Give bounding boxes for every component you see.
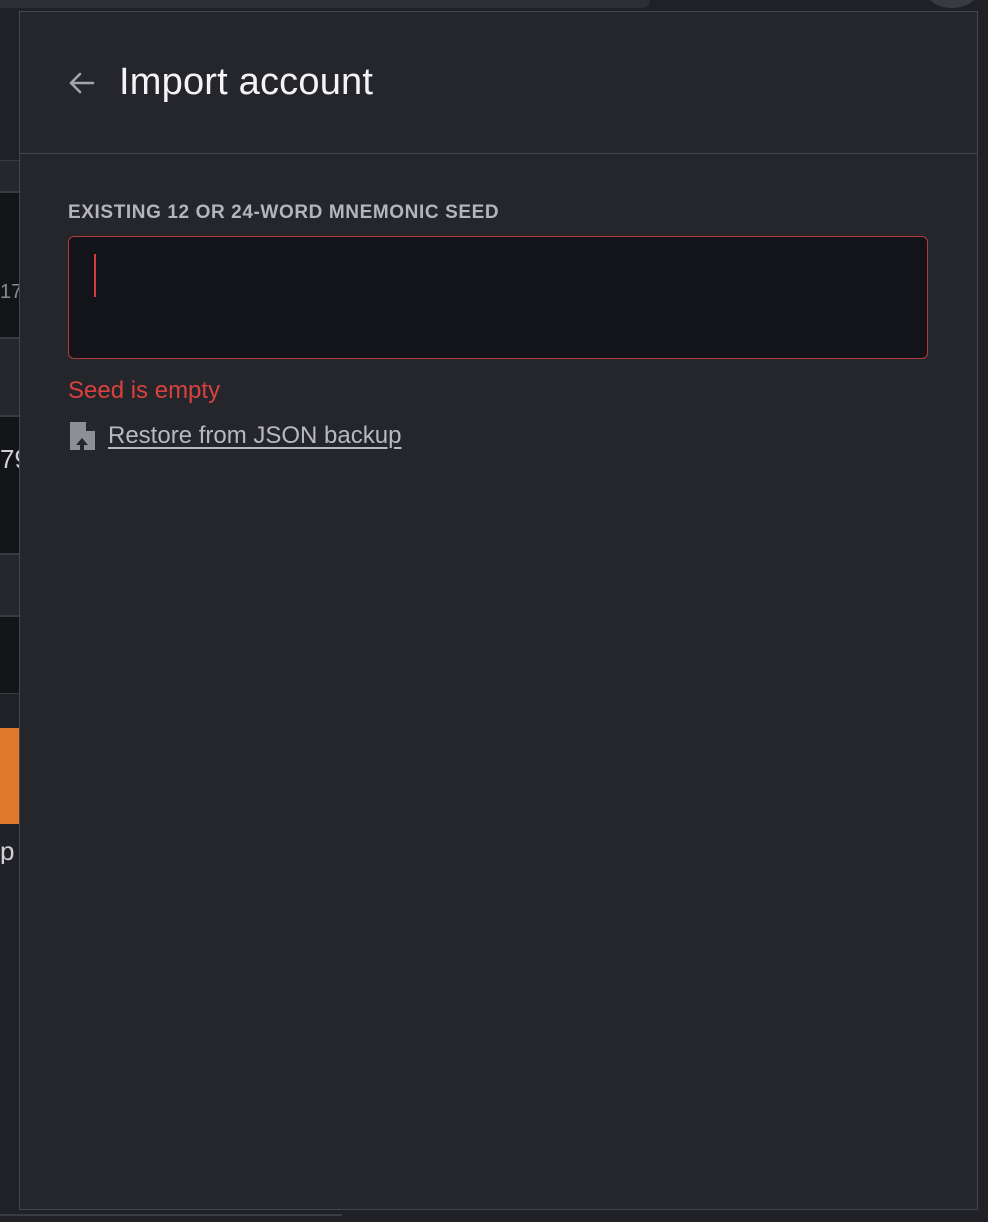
background-text-fragment: p bbox=[0, 838, 15, 864]
restore-json-backup[interactable]: Restore from JSON backup bbox=[68, 421, 929, 451]
seed-field-label: EXISTING 12 OR 24-WORD MNEMONIC SEED bbox=[68, 202, 500, 223]
background-divider bbox=[0, 1214, 342, 1216]
import-account-panel: Import account EXISTING 12 OR 24-WORD MN… bbox=[19, 11, 978, 1210]
background-top-bar bbox=[0, 0, 650, 8]
restore-link[interactable]: Restore from JSON backup bbox=[108, 422, 401, 450]
back-button[interactable] bbox=[66, 68, 96, 98]
background-text-fragment: 17 bbox=[0, 282, 20, 302]
seed-input[interactable] bbox=[69, 237, 927, 358]
background-avatar bbox=[928, 0, 976, 8]
panel-body: EXISTING 12 OR 24-WORD MNEMONIC SEED See… bbox=[20, 154, 977, 451]
seed-field-container bbox=[68, 236, 928, 359]
text-caret bbox=[94, 254, 96, 297]
background-text-fragment: 79 bbox=[0, 446, 20, 472]
panel-header: Import account bbox=[20, 12, 977, 154]
arrow-left-icon bbox=[69, 72, 95, 93]
page-title: Import account bbox=[119, 61, 374, 103]
seed-error-message: Seed is empty bbox=[68, 377, 221, 404]
file-upload-icon bbox=[70, 422, 95, 450]
